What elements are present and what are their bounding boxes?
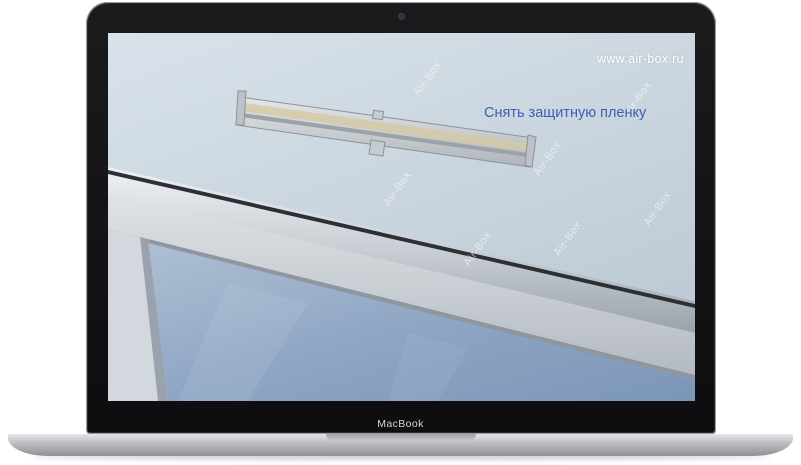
instruction-caption: Снять защитную пленку: [484, 105, 647, 121]
site-url-watermark: www.air-box.ru: [597, 52, 684, 66]
laptop-mockup: Air-Box Air-Box Air-Box Air-Box Air-Box …: [0, 0, 801, 465]
vent-valve-part: [235, 90, 537, 168]
video-frame: [108, 90, 695, 401]
brand-label: MacBook: [377, 418, 424, 430]
camera-icon: [399, 14, 404, 19]
lid-opening-notch: [326, 434, 476, 441]
laptop-screen: Air-Box Air-Box Air-Box Air-Box Air-Box …: [108, 33, 695, 401]
